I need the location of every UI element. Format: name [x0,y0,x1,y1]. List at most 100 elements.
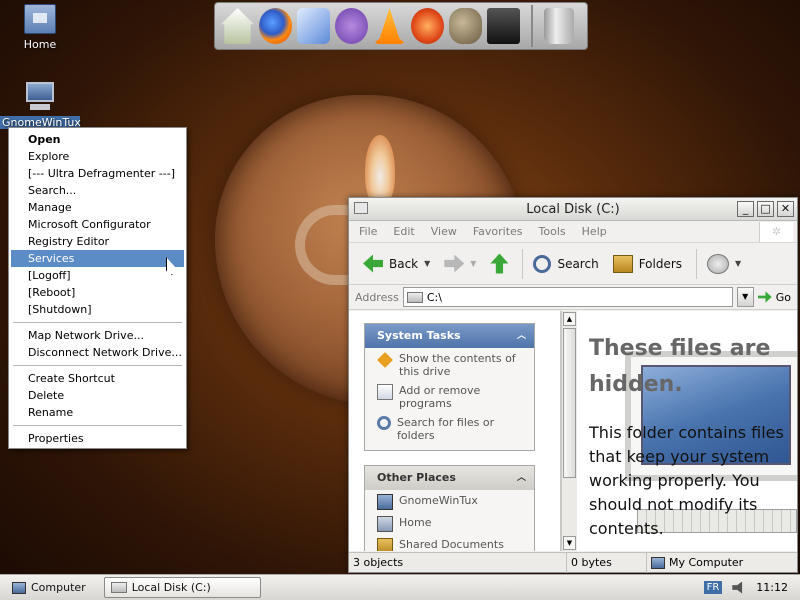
menu-item-explore[interactable]: Explore [11,148,184,165]
scroll-down-button[interactable]: ▼ [563,536,576,550]
window-content: System Tasks ︿ Show the contents of this… [349,311,797,551]
chevron-up-icon[interactable]: ︿ [517,466,526,490]
forward-arrow-icon [444,254,465,273]
address-bar: Address C:\ ▼ Go [349,285,797,310]
address-dropdown-button[interactable]: ▼ [736,287,754,307]
chevron-down-icon[interactable]: ▼ [424,259,430,268]
task-search-files[interactable]: Search for files or folders [365,412,534,450]
file-view: These files are hidden. This folder cont… [577,311,797,551]
vlc-icon[interactable] [373,8,406,44]
volume-icon[interactable] [732,581,743,594]
trash-icon[interactable] [544,8,574,44]
menu-item-microsoft-configurator[interactable]: Microsoft Configurator [11,216,184,233]
menu-item-disconnect-network-drive[interactable]: Disconnect Network Drive... [11,344,184,361]
task-pane: System Tasks ︿ Show the contents of this… [349,311,561,551]
scrollbar-thumb[interactable] [563,328,576,478]
chevron-up-icon[interactable]: ︿ [517,324,526,348]
home-icon[interactable] [221,8,254,44]
pidgin-icon[interactable] [335,8,368,44]
computer-icon [12,581,26,594]
computer-icon [24,82,56,112]
desktop-icon-computer[interactable]: GnomeWinTux [0,82,81,129]
system-tasks-header[interactable]: System Tasks ︿ [365,324,534,348]
task-label: Add or remove programs [399,384,481,410]
up-button[interactable] [490,253,509,274]
ubuntu-icon[interactable] [411,8,444,44]
menu-item-ultra-defragmenter[interactable]: [--- Ultra Defragmenter ---] [11,165,184,182]
forward-button[interactable]: ▼ [444,254,476,273]
home-folder-icon [377,516,393,532]
show-contents-icon [377,352,393,368]
status-location-label: My Computer [669,555,744,569]
task-add-remove-programs[interactable]: Add or remove programs [365,380,534,412]
other-places-header[interactable]: Other Places ︿ [365,466,534,490]
window-titlebar[interactable]: Local Disk (C:) _ □ ✕ [349,198,797,221]
chevron-down-icon[interactable]: ▼ [735,259,741,268]
system-tray: FR 11:12 [703,581,800,594]
menu-favorites[interactable]: Favorites [473,225,523,238]
keyboard-layout-indicator[interactable]: FR [703,581,723,594]
folders-icon [612,254,633,273]
address-value: C:\ [426,290,442,304]
menu-item-logoff[interactable]: [Logoff] [11,267,184,284]
menu-file[interactable]: File [359,225,377,238]
go-arrow-icon[interactable] [757,291,772,303]
desktop-icon-label: Home [23,38,57,51]
gimp-icon[interactable] [449,8,482,44]
window-menu-icon[interactable] [354,202,368,214]
clock[interactable]: 11:12 [756,581,788,594]
minimize-button[interactable]: _ [737,201,754,217]
desktop-icon-home[interactable]: Home [0,4,80,51]
throbber-icon: ✲ [759,222,793,242]
status-object-count: 3 objects [349,552,567,573]
mail-icon[interactable] [297,8,330,44]
address-label: Address [355,290,399,304]
firefox-icon[interactable] [259,8,292,44]
menu-item-open[interactable]: Open [11,131,184,148]
menu-item-map-network-drive[interactable]: Map Network Drive... [11,327,184,344]
menu-item-shutdown[interactable]: [Shutdown] [11,301,184,318]
taskbar-computer-button[interactable]: Computer [6,577,92,598]
menu-item-services[interactable]: Services [11,250,184,267]
menu-tools[interactable]: Tools [539,225,566,238]
menu-edit[interactable]: Edit [393,225,414,238]
go-button[interactable]: Go [776,291,791,304]
launcher-dock [214,2,588,50]
task-label: Show the contents of this drive [399,352,516,378]
menu-item-reboot[interactable]: [Reboot] [11,284,184,301]
address-input[interactable]: C:\ [402,287,733,307]
maximize-button[interactable]: □ [757,201,774,217]
inkscape-icon[interactable] [487,8,520,44]
place-shared-documents[interactable]: Shared Documents [365,534,534,551]
task-show-contents[interactable]: Show the contents of this drive [365,348,534,380]
toolbar: Back ▼ ▼ Search Folders ▼ [349,243,797,285]
menu-item-create-shortcut[interactable]: Create Shortcut [11,370,184,387]
taskbar-window-button[interactable]: Local Disk (C:) [103,577,261,598]
task-pane-scrollbar[interactable]: ▲ ▼ [561,311,577,551]
search-button[interactable]: Search [533,254,599,273]
folders-button[interactable]: Folders [612,254,682,273]
menu-item-manage[interactable]: Manage [11,199,184,216]
status-location: My Computer [647,553,743,573]
menu-item-rename[interactable]: Rename [11,404,184,421]
menu-item-search[interactable]: Search... [11,182,184,199]
place-home[interactable]: Home [365,512,534,534]
menu-view[interactable]: View [431,225,457,238]
status-bar: 3 objects 0 bytes My Computer [349,552,797,573]
menu-help[interactable]: Help [582,225,607,238]
menu-item-registry-editor[interactable]: Registry Editor [11,233,184,250]
scroll-up-button[interactable]: ▲ [563,312,576,326]
place-gnomewintux[interactable]: GnomeWinTux [365,490,534,512]
menu-separator [13,425,182,426]
close-button[interactable]: ✕ [777,201,794,217]
back-button[interactable]: Back ▼ [363,254,430,273]
other-places-title: Other Places [377,471,456,484]
toolbar-separator [696,248,698,279]
explorer-window: Local Disk (C:) _ □ ✕ File Edit View Fav… [348,197,798,573]
menu-item-properties[interactable]: Properties [11,430,184,447]
wallpaper-flame [365,135,395,205]
taskbar-computer-label: Computer [31,581,86,594]
menu-item-delete[interactable]: Delete [11,387,184,404]
views-button[interactable]: ▼ [707,253,741,274]
chevron-down-icon[interactable]: ▼ [470,259,476,268]
